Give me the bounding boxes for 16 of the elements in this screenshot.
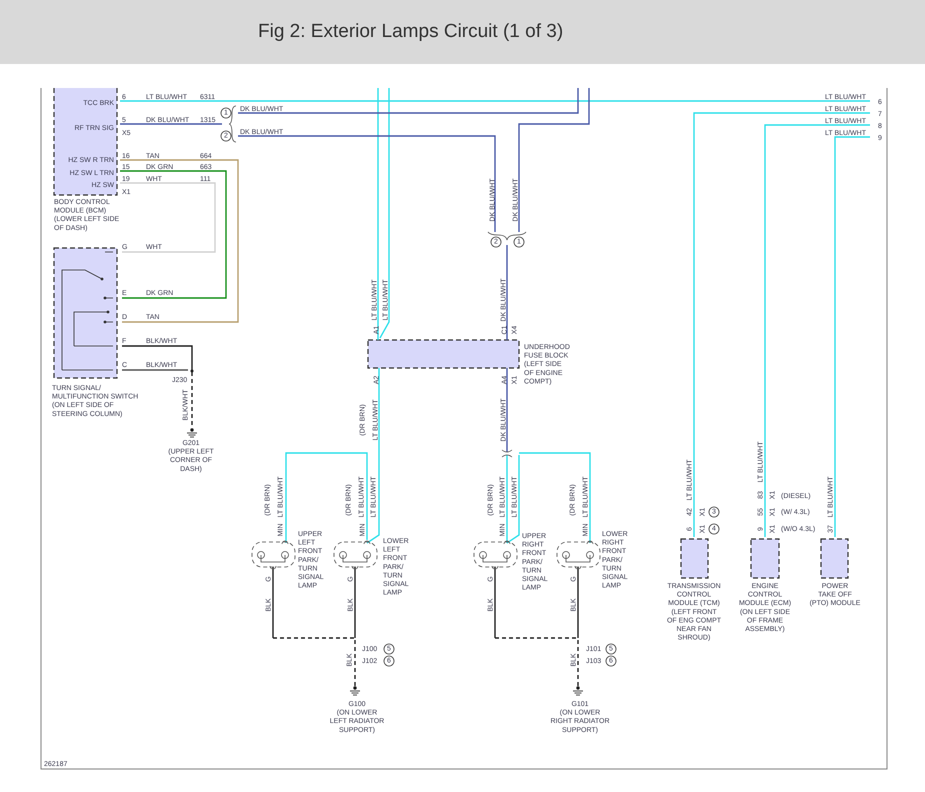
lamp-symbol <box>334 540 378 570</box>
wire <box>191 372 193 428</box>
ground-icon <box>186 428 198 438</box>
module-box <box>820 538 849 579</box>
connector-brace <box>488 232 526 240</box>
ground-icon <box>350 686 360 696</box>
module-box <box>750 538 780 579</box>
ground-icon <box>572 686 584 696</box>
connector-brace <box>228 106 236 142</box>
junction-dot <box>190 370 194 372</box>
lamp-symbol <box>556 540 600 570</box>
module-box <box>680 538 709 579</box>
lamp-symbol <box>474 540 518 570</box>
page-title: Fig 2: Exterior Lamps Circuit (1 of 3) <box>258 21 564 43</box>
lamp-symbol <box>252 540 296 570</box>
connector-icon <box>502 450 512 458</box>
